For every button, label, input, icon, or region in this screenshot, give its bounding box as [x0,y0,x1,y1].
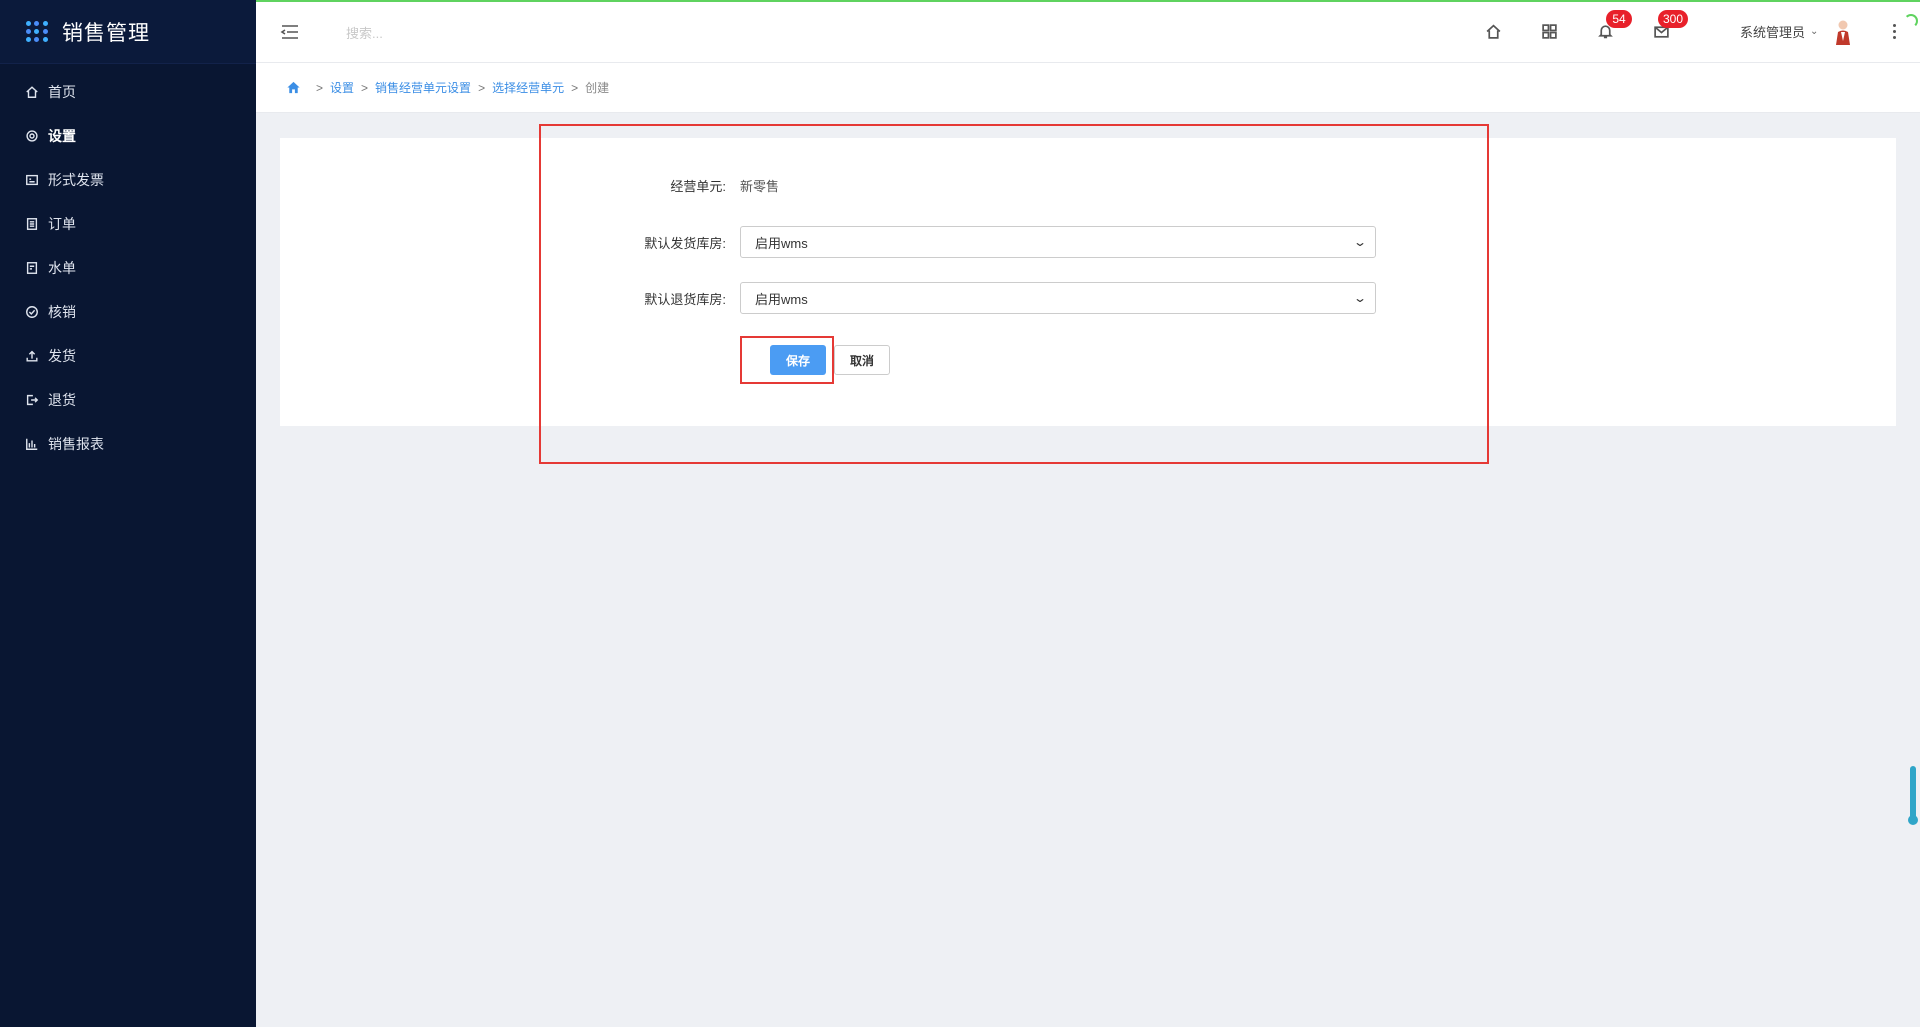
sidebar-item-label: 设置 [48,128,76,144]
breadcrumb-separator: > [361,80,369,95]
home-icon [24,84,40,100]
sidebar-item-returns[interactable]: 退货 [0,378,256,422]
mail-icon[interactable]: 300 [1650,10,1689,42]
form-card: 经营单元: 新零售 默认发货库房: 启用wms ⌄ 默认退货库房: 启用wms … [280,138,1896,426]
business-unit-value: 新零售 [740,179,780,194]
invoice-icon [24,172,40,188]
breadcrumb-home-icon[interactable] [286,80,301,95]
user-menu[interactable]: 系统管理员 ⌄ [1740,22,1818,41]
sidebar-item-label: 核销 [48,304,76,320]
sidebar-item-label: 退货 [48,392,76,408]
sidebar-item-receipts[interactable]: 水单 [0,246,256,290]
sidebar: 销售管理 首页 设置 形式发票 订单 水单 核销 发货 退货 销售报表 [0,0,256,1027]
breadcrumb-current: 创建 [585,81,610,95]
cancel-button[interactable]: 取消 [834,345,890,375]
apps-icon[interactable] [1538,20,1560,42]
receipt-icon [24,260,40,276]
business-unit-row: 经营单元: 新零售 [560,176,779,195]
form-actions: 保存 取消 [770,345,890,375]
sidebar-item-write-off[interactable]: 核销 [0,290,256,334]
breadcrumb-link-settings[interactable]: 设置 [330,79,354,96]
logout-icon [24,392,40,408]
return-warehouse-select[interactable]: 启用wms ⌄ [740,282,1376,314]
sidebar-menu: 首页 设置 形式发票 订单 水单 核销 发货 退货 销售报表 [0,64,256,466]
breadcrumb: > 设置 > 销售经营单元设置 > 选择经营单元 > 创建 [256,63,1920,113]
sidebar-item-label: 发货 [48,348,76,364]
breadcrumb-separator: > [478,80,486,95]
sidebar-item-label: 首页 [48,84,76,100]
ship-warehouse-label: 默认发货库房: [644,235,726,251]
bar-chart-icon [24,436,40,452]
sidebar-item-settings[interactable]: 设置 [0,114,256,158]
return-warehouse-label: 默认退货库房: [644,291,726,307]
bell-icon[interactable]: 54 [1594,10,1632,42]
sidebar-item-sales-report[interactable]: 销售报表 [0,422,256,466]
chevron-down-icon: ⌄ [1810,26,1819,37]
breadcrumb-separator: > [316,80,324,95]
check-circle-icon [24,304,40,320]
business-unit-label: 经营单元: [670,179,726,194]
sidebar-item-shipping[interactable]: 发货 [0,334,256,378]
notification-badge: 54 [1606,10,1632,28]
sidebar-item-orders[interactable]: 订单 [0,202,256,246]
breadcrumb-link-select-unit[interactable]: 选择经营单元 [492,79,564,96]
loading-spinner-icon [1904,14,1918,28]
avatar[interactable] [1834,19,1852,45]
ship-warehouse-value: 启用wms [755,235,808,251]
save-button[interactable]: 保存 [770,345,826,375]
sidebar-item-label: 形式发票 [48,172,104,188]
breadcrumb-separator: > [571,80,579,95]
more-vertical-icon[interactable] [1886,20,1902,42]
chevron-down-icon: ⌄ [1352,235,1368,249]
scrollbar-thumb[interactable] [1908,766,1918,825]
upload-icon [24,348,40,364]
order-icon [24,216,40,232]
app-title: 销售管理 [62,21,150,45]
return-warehouse-value: 启用wms [755,291,808,307]
home-icon[interactable] [1482,20,1504,42]
brand: 销售管理 [0,0,256,64]
chevron-down-icon: ⌄ [1352,291,1368,305]
topbar: 54 300 系统管理员 ⌄ [256,0,1920,63]
apps-grid-icon [26,20,48,43]
sidebar-item-label: 水单 [48,260,76,276]
message-badge: 300 [1658,10,1689,28]
sidebar-item-proforma-invoice[interactable]: 形式发票 [0,158,256,202]
return-warehouse-row: 默认退货库房: 启用wms ⌄ [560,282,1376,314]
menu-toggle-icon[interactable] [278,20,302,44]
sidebar-item-label: 销售报表 [48,436,104,452]
ship-warehouse-row: 默认发货库房: 启用wms ⌄ [560,226,1376,258]
sidebar-item-label: 订单 [48,216,76,232]
sidebar-item-home[interactable]: 首页 [0,70,256,114]
search-input[interactable] [346,22,606,44]
user-name: 系统管理员 [1740,25,1806,40]
gear-icon [24,128,40,144]
ship-warehouse-select[interactable]: 启用wms ⌄ [740,226,1376,258]
breadcrumb-link-unit-settings[interactable]: 销售经营单元设置 [375,79,471,96]
